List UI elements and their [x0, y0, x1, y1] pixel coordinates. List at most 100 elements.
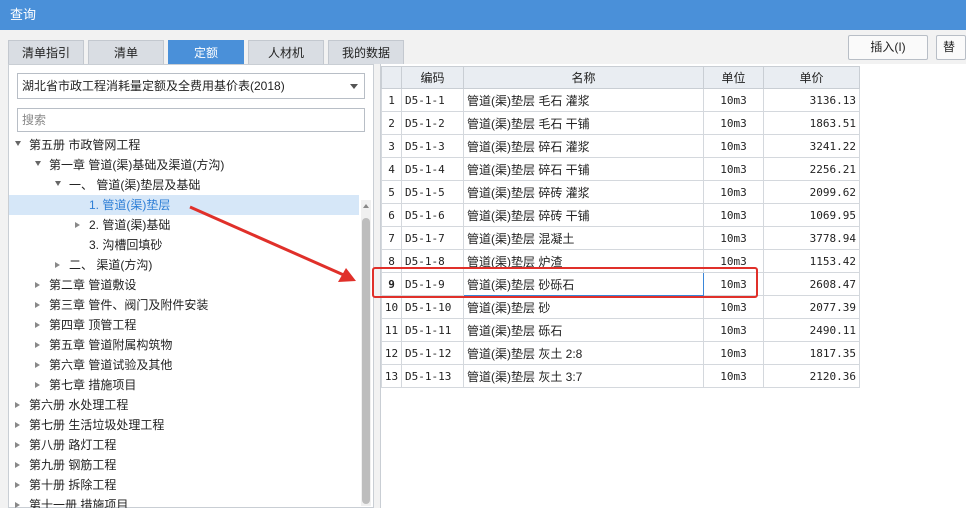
name-cell[interactable]: 管道(渠)垫层 砂: [463, 295, 704, 319]
code-cell[interactable]: D5-1-1: [401, 88, 464, 112]
name-cell[interactable]: 管道(渠)垫层 灰土 2:8: [463, 341, 704, 365]
tree-item[interactable]: 3. 沟槽回填砂: [9, 235, 359, 255]
price-cell[interactable]: 3136.13: [763, 88, 860, 112]
name-cell[interactable]: 管道(渠)垫层 混凝土: [463, 226, 704, 250]
price-cell[interactable]: 1069.95: [763, 203, 860, 227]
row-index[interactable]: 1: [381, 88, 402, 112]
price-cell[interactable]: 2077.39: [763, 295, 860, 319]
expand-arrow-icon[interactable]: [15, 502, 20, 508]
expand-arrow-icon[interactable]: [35, 342, 40, 348]
expand-arrow-icon[interactable]: [15, 482, 20, 488]
name-cell[interactable]: 管道(渠)垫层 毛石 灌浆: [463, 88, 704, 112]
table-row[interactable]: 2 D5-1-2 管道(渠)垫层 毛石 干铺 10m3 1863.51: [381, 111, 860, 135]
scroll-up-icon[interactable]: [363, 204, 369, 208]
tree-item[interactable]: 1. 管道(渠)垫层: [9, 195, 359, 215]
tree-item[interactable]: 第一章 管道(渠)基础及渠道(方沟): [9, 155, 359, 175]
tree-item[interactable]: 第六章 管道试验及其他: [9, 355, 359, 375]
expand-arrow-icon[interactable]: [35, 282, 40, 288]
expand-arrow-icon[interactable]: [15, 462, 20, 468]
code-cell[interactable]: D5-1-3: [401, 134, 464, 158]
tab-bill[interactable]: 清单: [88, 40, 164, 64]
expand-arrow-icon[interactable]: [75, 222, 80, 228]
tree-item[interactable]: 2. 管道(渠)基础: [9, 215, 359, 235]
row-index[interactable]: 4: [381, 157, 402, 181]
row-index[interactable]: 5: [381, 180, 402, 204]
code-cell[interactable]: D5-1-7: [401, 226, 464, 250]
name-cell[interactable]: 管道(渠)垫层 碎砖 干铺: [463, 203, 704, 227]
tree-item[interactable]: 第六册 水处理工程: [9, 395, 359, 415]
expand-arrow-icon[interactable]: [35, 382, 40, 388]
replace-button[interactable]: 替: [936, 35, 966, 60]
tree-item[interactable]: 二、 渠道(方沟): [9, 255, 359, 275]
name-cell[interactable]: 管道(渠)垫层 砾石: [463, 318, 704, 342]
table-row[interactable]: 7 D5-1-7 管道(渠)垫层 混凝土 10m3 3778.94: [381, 226, 860, 250]
table-row[interactable]: 13 D5-1-13 管道(渠)垫层 灰土 3:7 10m3 2120.36: [381, 364, 860, 388]
tree-item[interactable]: 第七章 措施项目: [9, 375, 359, 395]
table-row[interactable]: 12 D5-1-12 管道(渠)垫层 灰土 2:8 10m3 1817.35: [381, 341, 860, 365]
price-cell[interactable]: 2608.47: [763, 272, 860, 296]
row-index[interactable]: 10: [381, 295, 402, 319]
unit-cell[interactable]: 10m3: [703, 295, 764, 319]
price-cell[interactable]: 2120.36: [763, 364, 860, 388]
search-input[interactable]: [17, 108, 365, 132]
row-index[interactable]: 3: [381, 134, 402, 158]
code-cell[interactable]: D5-1-4: [401, 157, 464, 181]
table-row[interactable]: 5 D5-1-5 管道(渠)垫层 碎砖 灌浆 10m3 2099.62: [381, 180, 860, 204]
collapse-arrow-icon[interactable]: [55, 181, 61, 186]
unit-cell[interactable]: 10m3: [703, 203, 764, 227]
tree-item[interactable]: 第二章 管道敷设: [9, 275, 359, 295]
row-index[interactable]: 6: [381, 203, 402, 227]
tab-labor-material[interactable]: 人材机: [248, 40, 324, 64]
price-cell[interactable]: 3778.94: [763, 226, 860, 250]
tree-item[interactable]: 一、 管道(渠)垫层及基础: [9, 175, 359, 195]
price-cell[interactable]: 2099.62: [763, 180, 860, 204]
tree-item[interactable]: 第五册 市政管网工程: [9, 135, 359, 155]
tree-item[interactable]: 第八册 路灯工程: [9, 435, 359, 455]
price-cell[interactable]: 3241.22: [763, 134, 860, 158]
name-cell[interactable]: 管道(渠)垫层 碎石 灌浆: [463, 134, 704, 158]
tree-scrollbar[interactable]: [361, 200, 371, 506]
column-header-name[interactable]: 名称: [463, 66, 704, 89]
tree-item[interactable]: 第五章 管道附属构筑物: [9, 335, 359, 355]
row-index[interactable]: 12: [381, 341, 402, 365]
row-index[interactable]: 11: [381, 318, 402, 342]
tree-item[interactable]: 第十一册 措施项目: [9, 495, 359, 508]
code-cell[interactable]: D5-1-2: [401, 111, 464, 135]
name-cell[interactable]: 管道(渠)垫层 碎砖 灌浆: [463, 180, 704, 204]
code-cell[interactable]: D5-1-13: [401, 364, 464, 388]
expand-arrow-icon[interactable]: [15, 422, 20, 428]
unit-cell[interactable]: 10m3: [703, 134, 764, 158]
expand-arrow-icon[interactable]: [35, 322, 40, 328]
table-row[interactable]: 10 D5-1-10 管道(渠)垫层 砂 10m3 2077.39: [381, 295, 860, 319]
tree-item[interactable]: 第七册 生活垃圾处理工程: [9, 415, 359, 435]
column-header-unit[interactable]: 单位: [703, 66, 764, 89]
price-cell[interactable]: 1153.42: [763, 249, 860, 273]
name-cell[interactable]: 管道(渠)垫层 灰土 3:7: [463, 364, 704, 388]
name-cell[interactable]: 管道(渠)垫层 毛石 干铺: [463, 111, 704, 135]
column-header-price[interactable]: 单价: [763, 66, 860, 89]
unit-cell[interactable]: 10m3: [703, 226, 764, 250]
unit-cell[interactable]: 10m3: [703, 341, 764, 365]
expand-arrow-icon[interactable]: [35, 362, 40, 368]
table-row[interactable]: 3 D5-1-3 管道(渠)垫层 碎石 灌浆 10m3 3241.22: [381, 134, 860, 158]
row-index[interactable]: 13: [381, 364, 402, 388]
insert-button[interactable]: 插入(I): [848, 35, 928, 60]
unit-cell[interactable]: 10m3: [703, 88, 764, 112]
tree-item[interactable]: 第三章 管件、阀门及附件安装: [9, 295, 359, 315]
unit-cell[interactable]: 10m3: [703, 180, 764, 204]
expand-arrow-icon[interactable]: [15, 402, 20, 408]
unit-cell[interactable]: 10m3: [703, 157, 764, 181]
collapse-arrow-icon[interactable]: [15, 141, 21, 146]
library-select[interactable]: 湖北省市政工程消耗量定额及全费用基价表(2018): [17, 73, 365, 99]
code-cell[interactable]: D5-1-12: [401, 341, 464, 365]
unit-cell[interactable]: 10m3: [703, 111, 764, 135]
scrollbar-thumb[interactable]: [362, 218, 370, 504]
column-header-code[interactable]: 编码: [401, 66, 464, 89]
code-cell[interactable]: D5-1-11: [401, 318, 464, 342]
expand-arrow-icon[interactable]: [35, 302, 40, 308]
unit-cell[interactable]: 10m3: [703, 364, 764, 388]
price-cell[interactable]: 1817.35: [763, 341, 860, 365]
code-cell[interactable]: D5-1-6: [401, 203, 464, 227]
code-cell[interactable]: D5-1-10: [401, 295, 464, 319]
table-row[interactable]: 11 D5-1-11 管道(渠)垫层 砾石 10m3 2490.11: [381, 318, 860, 342]
